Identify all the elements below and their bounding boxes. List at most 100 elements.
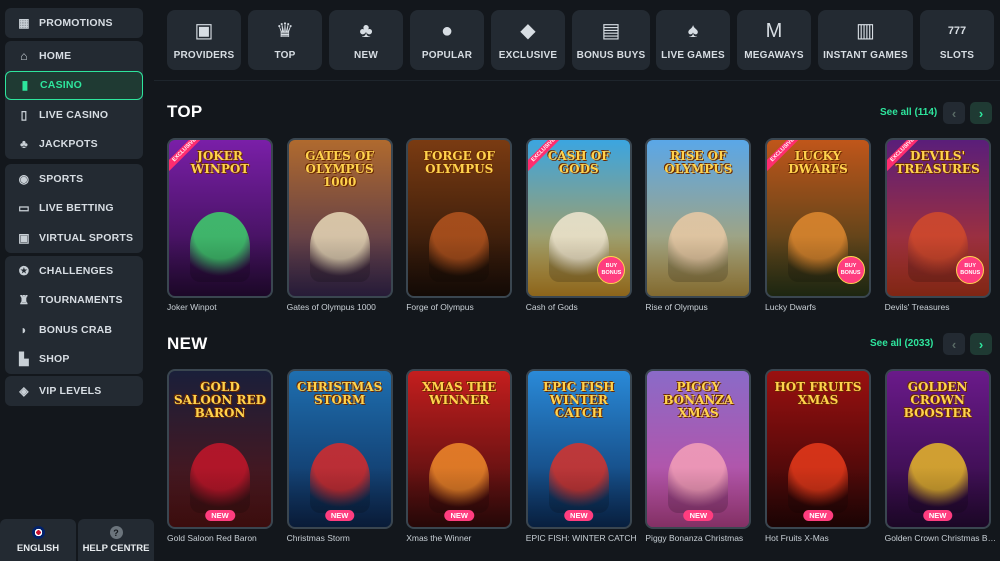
help-centre-button[interactable]: ? HELP CENTRE bbox=[78, 519, 154, 561]
gem-icon: ◆ bbox=[520, 19, 536, 42]
medal-icon: ✪ bbox=[18, 263, 30, 278]
sidebar-item-label: VIP LEVELS bbox=[39, 384, 102, 397]
new-next-arrow[interactable]: › bbox=[970, 333, 992, 355]
category-live-games[interactable]: ♠ LIVE GAMES bbox=[656, 10, 730, 70]
sidebar-item-casino[interactable]: ▮ CASINO bbox=[5, 70, 143, 100]
game-thumbnail: GATES OF OLYMPUS 1000 bbox=[286, 138, 393, 298]
game-art-title: HOT FRUITS XMAS bbox=[774, 380, 862, 407]
sidebar-item-bonus-crab[interactable]: ◗ BONUS CRAB bbox=[5, 315, 143, 345]
sidebar-item-label: JACKPOTS bbox=[39, 138, 98, 151]
category-slots[interactable]: 777 SLOTS bbox=[920, 10, 994, 70]
chevron-left-icon: ‹ bbox=[951, 336, 957, 352]
top-prev-arrow[interactable]: ‹ bbox=[943, 102, 965, 124]
sidebar-item-sports[interactable]: ◉ SPORTS bbox=[5, 164, 143, 194]
game-title: Lucky Dwarfs bbox=[765, 302, 817, 312]
category-label: INSTANT GAMES bbox=[823, 49, 908, 61]
sidebar-item-live-betting[interactable]: ▭ LIVE BETTING bbox=[5, 194, 143, 224]
game-thumbnail: FORGE OF OLYMPUS bbox=[406, 138, 513, 298]
game-thumbnail: LUCKY DWARFS EXCLUSIVE BUY BONUS bbox=[765, 138, 871, 298]
game-art-title: EPIC FISH WINTER CATCH bbox=[542, 380, 615, 420]
game-card[interactable]: PIGGY BONANZA XMAS NEW Piggy Bonanza Chris… bbox=[645, 369, 752, 543]
game-card[interactable]: GATES OF OLYMPUS 1000 Gates of Olympus 10… bbox=[286, 138, 393, 312]
category-label: BONUS BUYS bbox=[576, 49, 646, 61]
game-art-glow bbox=[408, 236, 511, 296]
game-card[interactable]: XMAS THE WINNER NEW Xmas the Winner bbox=[406, 369, 513, 543]
category-instant-games[interactable]: ▥ INSTANT GAMES bbox=[818, 10, 913, 70]
game-art-title: XMAS THE WINNER bbox=[422, 380, 497, 407]
sidebar-item-home[interactable]: ⌂ HOME bbox=[5, 41, 143, 71]
game-art-title: PIGGY BONANZA XMAS bbox=[663, 380, 734, 420]
sidebar-item-live-casino[interactable]: ▯ LIVE CASINO bbox=[5, 100, 143, 130]
crab-icon: ◗ bbox=[20, 322, 28, 337]
gift-icon: ▤ bbox=[601, 19, 621, 42]
new-prev-arrow[interactable]: ‹ bbox=[943, 333, 965, 355]
game-art-glow bbox=[169, 236, 271, 296]
home-icon: ⌂ bbox=[20, 48, 28, 63]
sidebar-group: ◉ SPORTS ▭ LIVE BETTING ▣ VIRTUAL SPORTS bbox=[5, 164, 143, 253]
game-card[interactable]: LUCKY DWARFS EXCLUSIVE BUY BONUS Lucky Dwar… bbox=[765, 138, 871, 312]
game-thumbnail: GOLDEN CROWN BOOSTER NEW bbox=[884, 369, 991, 529]
book-icon: ▣ bbox=[194, 19, 214, 42]
basket-icon: ▙ bbox=[19, 352, 29, 367]
category-providers[interactable]: ▣ PROVIDERS bbox=[167, 10, 241, 70]
sidebar-item-jackpots[interactable]: ♣ JACKPOTS bbox=[5, 130, 143, 160]
tv-icon: ▣ bbox=[18, 230, 30, 245]
crown-icon: ♛ bbox=[276, 19, 294, 42]
game-card[interactable]: GOLD SALOON RED BARON NEW Gold Saloon Red … bbox=[167, 369, 273, 543]
game-card[interactable]: EPIC FISH WINTER CATCH NEW EPIC FISH: WINT… bbox=[525, 369, 637, 543]
game-art-title: GATES OF OLYMPUS 1000 bbox=[305, 149, 374, 189]
category-exclusive[interactable]: ◆ EXCLUSIVE bbox=[491, 10, 565, 70]
game-card[interactable]: HOT FRUITS XMAS NEW Hot Fruits X-Mas bbox=[765, 369, 871, 543]
category-new[interactable]: ♣ NEW bbox=[329, 10, 403, 70]
game-thumbnail: RISE OF OLYMPUS bbox=[645, 138, 752, 298]
game-art-title: LUCKY DWARFS bbox=[788, 149, 848, 176]
sidebar-item-promotions[interactable]: ▦ PROMOTIONS bbox=[5, 8, 143, 38]
sidebar-item-label: SHOP bbox=[39, 353, 70, 366]
new-badge: NEW bbox=[922, 510, 953, 521]
game-card[interactable]: CASH OF GODS EXCLUSIVE BUY BONUS Cash of Go… bbox=[525, 138, 632, 312]
game-card[interactable]: GOLDEN CROWN BOOSTER NEW Golden Crown Chri… bbox=[884, 369, 997, 543]
trophy-icon: ♜ bbox=[18, 293, 30, 308]
game-card[interactable]: JOKER WINPOT EXCLUSIVE Joker Winpot bbox=[167, 138, 273, 312]
category-megaways[interactable]: M MEGAWAYS bbox=[737, 10, 811, 70]
game-card[interactable]: DEVILS' TREASURES EXCLUSIVE BUY BONUS Devil… bbox=[884, 138, 991, 312]
sidebar-group: ◈ VIP LEVELS bbox=[5, 376, 143, 406]
top-next-arrow[interactable]: › bbox=[970, 102, 992, 124]
category-label: MEGAWAYS bbox=[744, 49, 804, 61]
game-art-glow bbox=[647, 236, 750, 296]
chevron-right-icon: › bbox=[978, 105, 984, 121]
language-button[interactable]: ENGLISH bbox=[0, 519, 76, 561]
game-card[interactable]: FORGE OF OLYMPUS Forge of Olympus bbox=[406, 138, 513, 312]
game-thumbnail: XMAS THE WINNER NEW bbox=[406, 369, 513, 529]
see-all-new-link[interactable]: See all (2033) bbox=[870, 338, 933, 349]
sidebar-item-shop[interactable]: ▙ SHOP bbox=[5, 345, 143, 375]
game-thumbnail: PIGGY BONANZA XMAS NEW bbox=[645, 369, 752, 529]
sidebar-item-label: SPORTS bbox=[39, 172, 84, 185]
sidebar-item-challenges[interactable]: ✪ CHALLENGES bbox=[5, 256, 143, 286]
new-badge: NEW bbox=[683, 510, 714, 521]
sidebar-item-label: VIRTUAL SPORTS bbox=[39, 231, 134, 244]
game-title: Forge of Olympus bbox=[406, 302, 474, 312]
game-title: Rise of Olympus bbox=[645, 302, 708, 312]
category-popular[interactable]: ● POPULAR bbox=[410, 10, 484, 70]
sidebar-item-tournaments[interactable]: ♜ TOURNAMENTS bbox=[5, 286, 143, 316]
category-bonus-buys[interactable]: ▤ BONUS BUYS bbox=[572, 10, 650, 70]
section-title-top: TOP bbox=[167, 102, 203, 121]
category-top[interactable]: ♛ TOP bbox=[248, 10, 322, 70]
sidebar-item-label: TOURNAMENTS bbox=[39, 294, 123, 307]
new-badge: NEW bbox=[324, 510, 355, 521]
game-title: Devils' Treasures bbox=[884, 302, 950, 312]
uk-flag-icon bbox=[31, 526, 45, 539]
sidebar-item-vip-levels[interactable]: ◈ VIP LEVELS bbox=[5, 376, 143, 406]
sidebar-item-virtual-sports[interactable]: ▣ VIRTUAL SPORTS bbox=[5, 223, 143, 253]
cards-icon: ♠ bbox=[687, 19, 699, 42]
see-all-top-link[interactable]: See all (114) bbox=[880, 107, 937, 118]
game-card[interactable]: RISE OF OLYMPUS Rise of Olympus bbox=[645, 138, 752, 312]
sidebar-item-label: BONUS CRAB bbox=[39, 323, 113, 336]
ball-icon: ◉ bbox=[18, 171, 30, 186]
game-card[interactable]: CHRISTMAS STORM NEW Christmas Storm bbox=[286, 369, 393, 543]
cards-icon: ▯ bbox=[20, 107, 28, 122]
casino-icon: ▮ bbox=[21, 78, 29, 93]
game-art-title: GOLDEN CROWN BOOSTER bbox=[903, 380, 972, 420]
category-bar: ▣ PROVIDERS ♛ TOP ♣ NEW ● POPULAR ◆ EXCLUSIVE ▤ BON… bbox=[167, 10, 1000, 70]
